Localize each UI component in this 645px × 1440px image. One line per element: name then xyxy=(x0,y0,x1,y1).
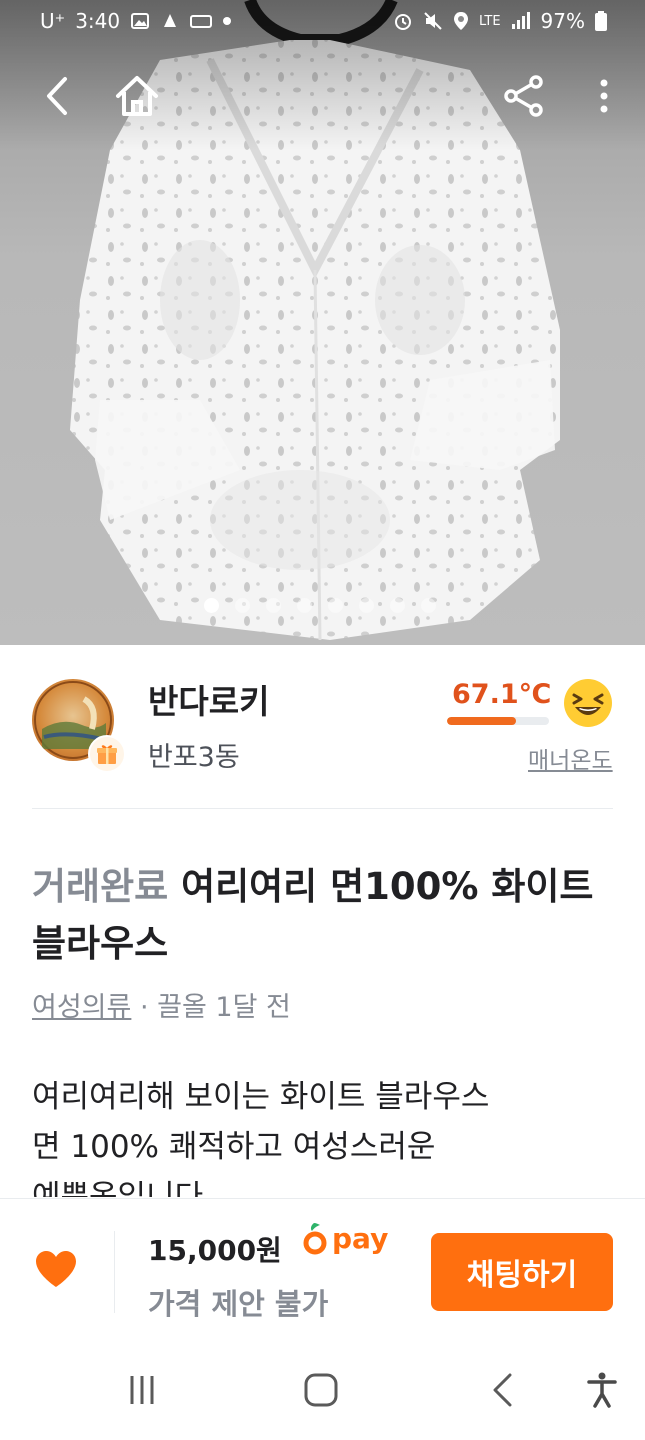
system-back-button[interactable] xyxy=(480,1368,524,1412)
manner-temperature-link[interactable]: 매너온도 xyxy=(528,741,613,775)
battery-percent: 97% xyxy=(540,9,585,33)
alarm-icon xyxy=(394,14,411,30)
category-link[interactable]: 여성의류 xyxy=(32,992,131,1023)
image-pager xyxy=(204,598,436,613)
section-divider xyxy=(32,808,613,809)
pager-dot xyxy=(421,598,436,613)
vertical-divider xyxy=(114,1231,115,1313)
recent-apps-button[interactable] xyxy=(120,1368,164,1412)
temperature-bar-fill xyxy=(447,717,517,725)
home-button[interactable] xyxy=(113,72,161,120)
network-label: LTE xyxy=(478,13,501,29)
pager-dot xyxy=(266,598,281,613)
karrot-pay-badge: pay xyxy=(302,1221,388,1255)
more-notifications-dot-icon xyxy=(223,17,232,25)
location-icon xyxy=(453,12,468,30)
product-image[interactable] xyxy=(0,0,645,645)
home-icon xyxy=(116,76,158,116)
pager-dot xyxy=(390,598,405,613)
pager-dot xyxy=(235,598,250,613)
post-title: 거래완료 여리여리 면100% 화이트 블라우스 xyxy=(32,858,622,972)
like-heart-icon[interactable] xyxy=(34,1249,78,1289)
seller-location: 반포3동 xyxy=(148,742,240,773)
chat-button[interactable]: 채팅하기 xyxy=(431,1233,613,1311)
chevron-left-icon xyxy=(47,77,67,115)
accessibility-button[interactable] xyxy=(580,1368,624,1412)
more-vertical-icon xyxy=(600,79,608,113)
clock: 3:40 xyxy=(75,9,121,33)
accessibility-icon xyxy=(587,1372,617,1408)
share-button[interactable] xyxy=(500,72,548,120)
laughing-face-icon xyxy=(564,679,612,727)
price-negotiation-status: 가격 제안 불가 xyxy=(148,1287,329,1321)
share-icon xyxy=(504,75,543,117)
pager-dot xyxy=(359,598,374,613)
tv-notification-icon xyxy=(190,15,213,28)
meta-separator: · xyxy=(139,992,149,1023)
battery-icon xyxy=(595,11,607,31)
post-description: 여리여리해 보이는 화이트 블라우스 면 100% 쾌적하고 여성스러운 예쁜옷… xyxy=(32,1079,490,1197)
price: 15,000원 xyxy=(148,1234,282,1267)
post-meta: 여성의류 · 끌올 1달 전 xyxy=(32,985,291,1024)
sale-status: 거래완료 xyxy=(32,865,169,908)
home-square-icon xyxy=(304,1373,338,1407)
system-home-button[interactable] xyxy=(299,1368,343,1412)
carrier-label: U⁺ xyxy=(40,9,66,33)
back-arrow-icon xyxy=(493,1373,512,1407)
pay-label: pay xyxy=(332,1221,389,1255)
seller-profile[interactable]: 반다로키 반포3동 67.1℃ 매너온도 xyxy=(0,645,645,810)
bottom-action-bar: 15,000원 pay 가격 제안 불가 채팅하기 xyxy=(0,1198,645,1338)
system-navigation-bar xyxy=(0,1338,645,1440)
carrot-pay-icon xyxy=(303,1223,327,1255)
pager-dot xyxy=(328,598,343,613)
mute-icon xyxy=(424,12,442,30)
gift-badge xyxy=(88,735,126,773)
recent-apps-icon xyxy=(130,1376,154,1404)
more-options-button[interactable] xyxy=(580,72,628,120)
pager-dot xyxy=(297,598,312,613)
bump-time: 끌올 1달 전 xyxy=(157,992,291,1023)
seller-name[interactable]: 반다로키 xyxy=(148,675,269,723)
temperature-bar xyxy=(447,717,549,725)
manner-temperature: 67.1℃ xyxy=(452,679,552,710)
pager-dot xyxy=(204,598,219,613)
back-button[interactable] xyxy=(33,72,81,120)
gift-icon xyxy=(97,745,117,764)
signal-icon xyxy=(511,12,530,29)
app-notification-icon xyxy=(164,14,177,27)
status-bar: U⁺ 3:40 LTE 97% xyxy=(0,0,645,48)
gallery-notification-icon xyxy=(131,13,150,29)
